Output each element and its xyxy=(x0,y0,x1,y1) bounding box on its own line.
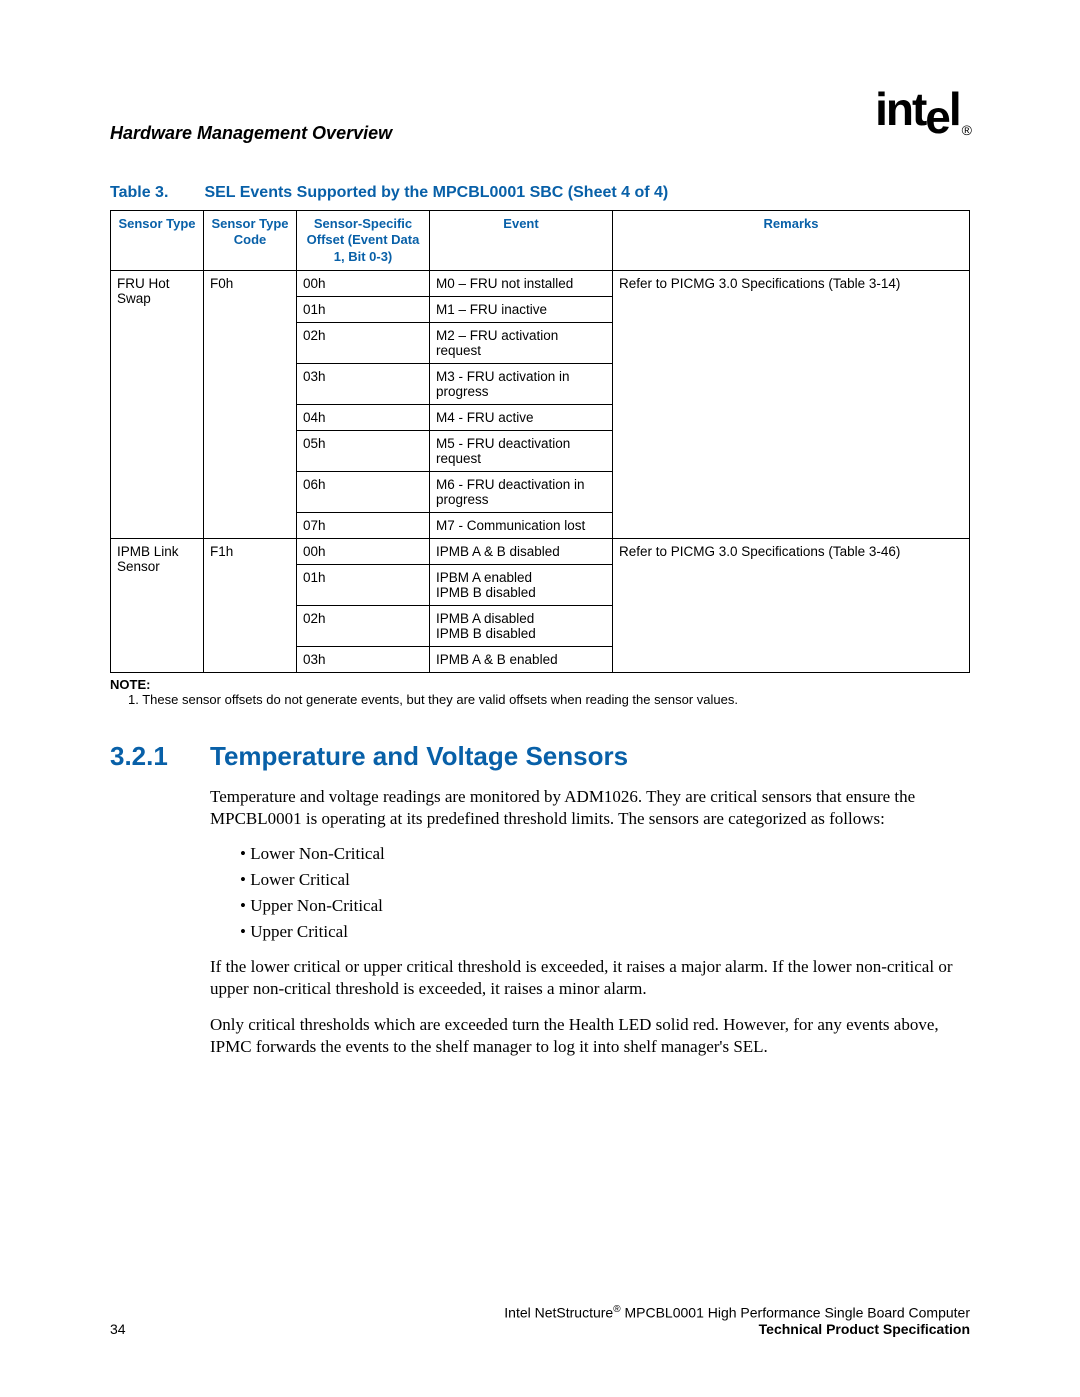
cell-sensor-type: IPMB Link Sensor xyxy=(111,538,204,672)
col-sensor-type-code: Sensor Type Code xyxy=(204,211,297,271)
cell-type-code: F0h xyxy=(204,270,297,538)
body-para-2: If the lower critical or upper critical … xyxy=(210,956,970,1000)
cell-event: IPMB A & B disabled xyxy=(430,538,613,564)
cell-offset: 05h xyxy=(297,430,430,471)
note-label: NOTE: xyxy=(110,677,970,692)
list-item: Lower Critical xyxy=(240,870,970,890)
cell-event: M0 – FRU not installed xyxy=(430,270,613,296)
table-row: IPMB Link SensorF1h00hIPMB A & B disable… xyxy=(111,538,970,564)
cell-sensor-type: FRU Hot Swap xyxy=(111,270,204,538)
page-number: 34 xyxy=(110,1321,126,1337)
cell-offset: 03h xyxy=(297,646,430,672)
cell-remarks: Refer to PICMG 3.0 Specifications (Table… xyxy=(613,538,970,672)
list-item: Upper Non-Critical xyxy=(240,896,970,916)
section-heading: 3.2.1Temperature and Voltage Sensors xyxy=(110,741,970,772)
cell-event: M2 – FRU activation request xyxy=(430,322,613,363)
cell-event: IPBM A enabledIPMB B disabled xyxy=(430,564,613,605)
cell-event: M4 - FRU active xyxy=(430,404,613,430)
cell-event: M5 - FRU deactivation request xyxy=(430,430,613,471)
body-para-1: Temperature and voltage readings are mon… xyxy=(210,786,970,830)
col-offset: Sensor-Specific Offset (Event Data 1, Bi… xyxy=(297,211,430,271)
cell-offset: 00h xyxy=(297,270,430,296)
cell-event: IPMB A & B enabled xyxy=(430,646,613,672)
note-text: 1. These sensor offsets do not generate … xyxy=(128,692,970,707)
cell-event: M1 – FRU inactive xyxy=(430,296,613,322)
body-para-3: Only critical thresholds which are excee… xyxy=(210,1014,970,1058)
list-item: Lower Non-Critical xyxy=(240,844,970,864)
sel-events-table: Sensor Type Sensor Type Code Sensor-Spec… xyxy=(110,210,970,673)
cell-event: IPMB A disabledIPMB B disabled xyxy=(430,605,613,646)
cell-event: M6 - FRU deactivation in progress xyxy=(430,471,613,512)
page-footer: 34 Intel NetStructure® MPCBL0001 High Pe… xyxy=(110,1304,970,1337)
cell-offset: 04h xyxy=(297,404,430,430)
chapter-title: Hardware Management Overview xyxy=(110,123,392,144)
cell-offset: 03h xyxy=(297,363,430,404)
cell-event: M7 - Communication lost xyxy=(430,512,613,538)
col-event: Event xyxy=(430,211,613,271)
sensor-category-list: Lower Non-Critical Lower Critical Upper No… xyxy=(240,844,970,942)
cell-type-code: F1h xyxy=(204,538,297,672)
doc-type: Technical Product Specification xyxy=(504,1321,970,1337)
cell-remarks: Refer to PICMG 3.0 Specifications (Table… xyxy=(613,270,970,538)
cell-event: M3 - FRU activation in progress xyxy=(430,363,613,404)
col-sensor-type: Sensor Type xyxy=(111,211,204,271)
cell-offset: 01h xyxy=(297,564,430,605)
list-item: Upper Critical xyxy=(240,922,970,942)
cell-offset: 02h xyxy=(297,605,430,646)
cell-offset: 02h xyxy=(297,322,430,363)
table-caption: Table 3. SEL Events Supported by the MPC… xyxy=(110,184,970,202)
table-row: FRU Hot SwapF0h00hM0 – FRU not installed… xyxy=(111,270,970,296)
intel-logo: intel® xyxy=(875,82,970,138)
col-remarks: Remarks xyxy=(613,211,970,271)
cell-offset: 07h xyxy=(297,512,430,538)
cell-offset: 01h xyxy=(297,296,430,322)
cell-offset: 00h xyxy=(297,538,430,564)
cell-offset: 06h xyxy=(297,471,430,512)
